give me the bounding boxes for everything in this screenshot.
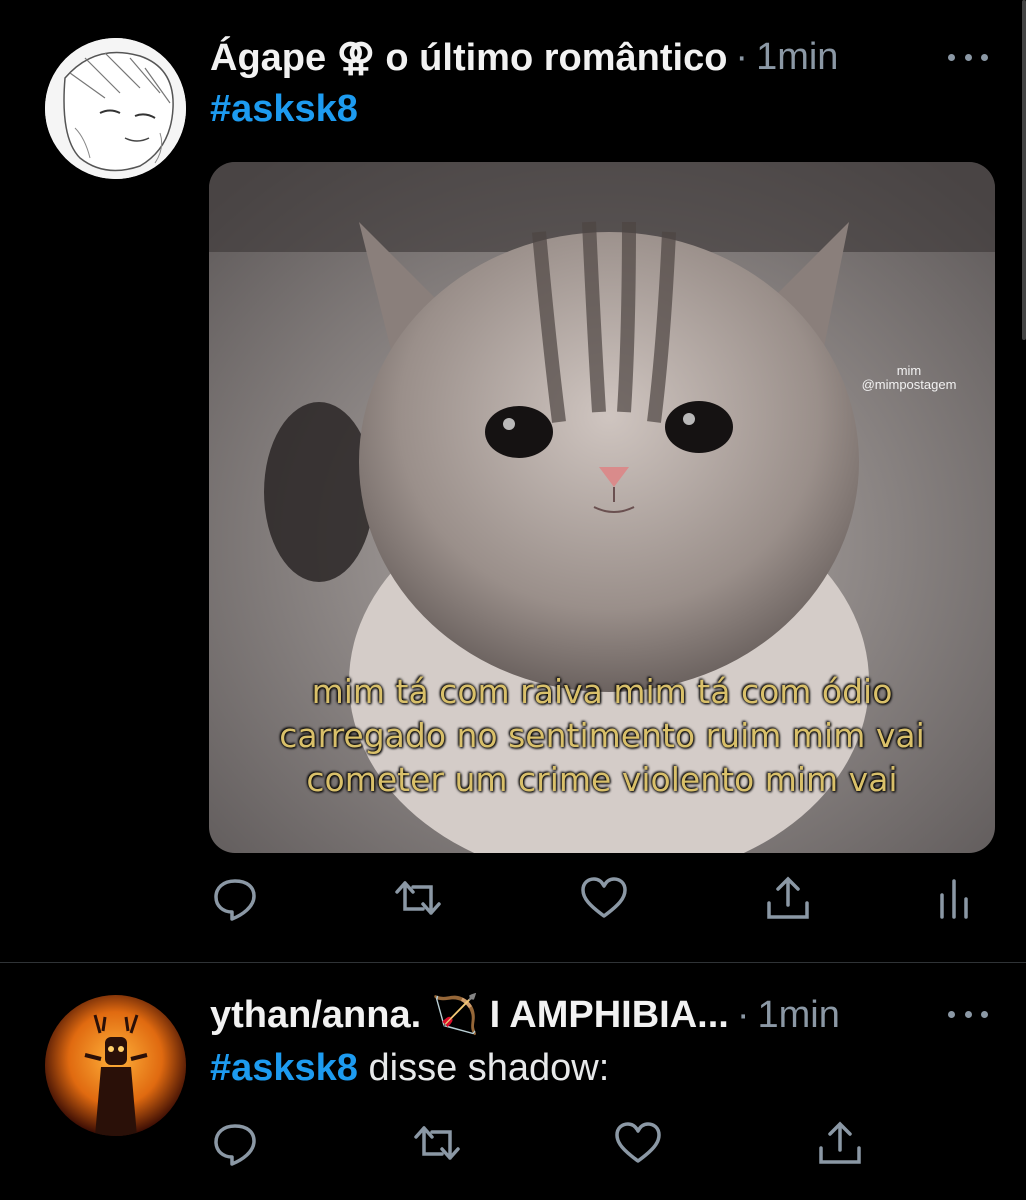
watermark: mim @mimpostagem (839, 364, 979, 392)
tweet-2[interactable]: ythan/anna. 🏹 I AMPHIBIA... · 1min #asks… (0, 963, 1026, 1200)
scrollbar[interactable] (1022, 0, 1026, 340)
tweet-image[interactable]: mim @mimpostagem mim tá com raiva mim tá… (209, 162, 995, 853)
caption-line-2: carregado no sentimento ruim mim vai (279, 716, 925, 755)
more-icon[interactable] (948, 42, 988, 72)
watermark-line-2: @mimpostagem (861, 377, 957, 392)
more-icon[interactable] (948, 999, 988, 1029)
timestamp[interactable]: 1min (758, 994, 840, 1037)
avatar-illustration (45, 38, 186, 179)
image-caption: mim tá com raiva mim tá com ódio carrega… (209, 670, 995, 802)
tweet-header: Ágape ⚢ o último romântico · 1min (210, 34, 966, 80)
tweet-header: ythan/anna. 🏹 I AMPHIBIA... · 1min (210, 992, 966, 1038)
tweet-actions (0, 873, 1026, 933)
share-icon[interactable] (763, 873, 813, 923)
separator-dot: · (735, 35, 749, 78)
tweet-actions (0, 1118, 1026, 1178)
display-name[interactable]: Ágape ⚢ o último romântico (210, 35, 727, 80)
tweet-text: #asksk8 disse shadow: (210, 1047, 609, 1090)
retweet-icon[interactable] (412, 1118, 462, 1168)
avatar[interactable] (45, 995, 186, 1136)
hashtag-link[interactable]: #asksk8 (210, 88, 358, 130)
tweet-1[interactable]: Ágape ⚢ o último romântico · 1min #asksk… (0, 0, 1026, 962)
tweet-text: #asksk8 (210, 88, 358, 131)
caption-line-1: mim tá com raiva mim tá com ódio (311, 672, 893, 711)
like-icon[interactable] (579, 873, 629, 923)
retweet-icon[interactable] (393, 873, 443, 923)
tweet-text-body: disse shadow: (368, 1047, 610, 1089)
timestamp[interactable]: 1min (756, 36, 838, 79)
separator-dot: · (736, 993, 750, 1036)
analytics-icon[interactable] (930, 873, 980, 923)
watermark-line-1: mim (896, 363, 922, 378)
avatar[interactable] (45, 38, 186, 179)
share-icon[interactable] (815, 1118, 865, 1168)
hashtag-link[interactable]: #asksk8 (210, 1047, 358, 1089)
like-icon[interactable] (613, 1118, 663, 1168)
display-name[interactable]: ythan/anna. 🏹 I AMPHIBIA... (210, 993, 729, 1037)
reply-icon[interactable] (210, 1118, 260, 1168)
reply-icon[interactable] (210, 873, 260, 923)
avatar-illustration (45, 995, 186, 1136)
caption-line-3: cometer um crime violento mim vai (306, 760, 898, 799)
